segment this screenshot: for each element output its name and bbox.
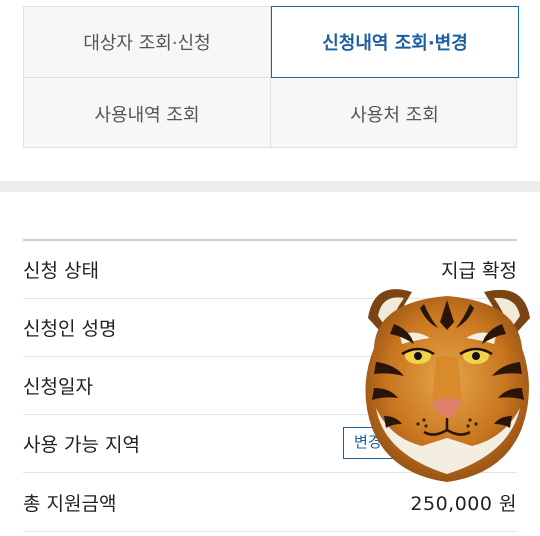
total-amount-value: 250,000 원 (410, 492, 517, 515)
row-label: 총 지원금액 (23, 492, 117, 515)
tab-target-inquiry-apply[interactable]: 대상자 조회·신청 (24, 7, 271, 78)
tab-merchant-search[interactable]: 사용처 조회 (271, 78, 518, 149)
section-divider (0, 181, 540, 192)
tiger-face-sticker (365, 289, 530, 482)
row-label: 신청인 성명 (23, 318, 117, 340)
tab-usage-history[interactable]: 사용내역 조회 (24, 78, 271, 149)
row-label: 신청일자 (23, 376, 93, 398)
tab-menu: 대상자 조회·신청 신청내역 조회·변경 사용내역 조회 사용처 조회 (23, 6, 519, 149)
row-label: 신청 상태 (23, 260, 99, 282)
row-label: 사용 가능 지역 (23, 434, 140, 456)
tab-application-history[interactable]: 신청내역 조회·변경 (271, 6, 519, 78)
